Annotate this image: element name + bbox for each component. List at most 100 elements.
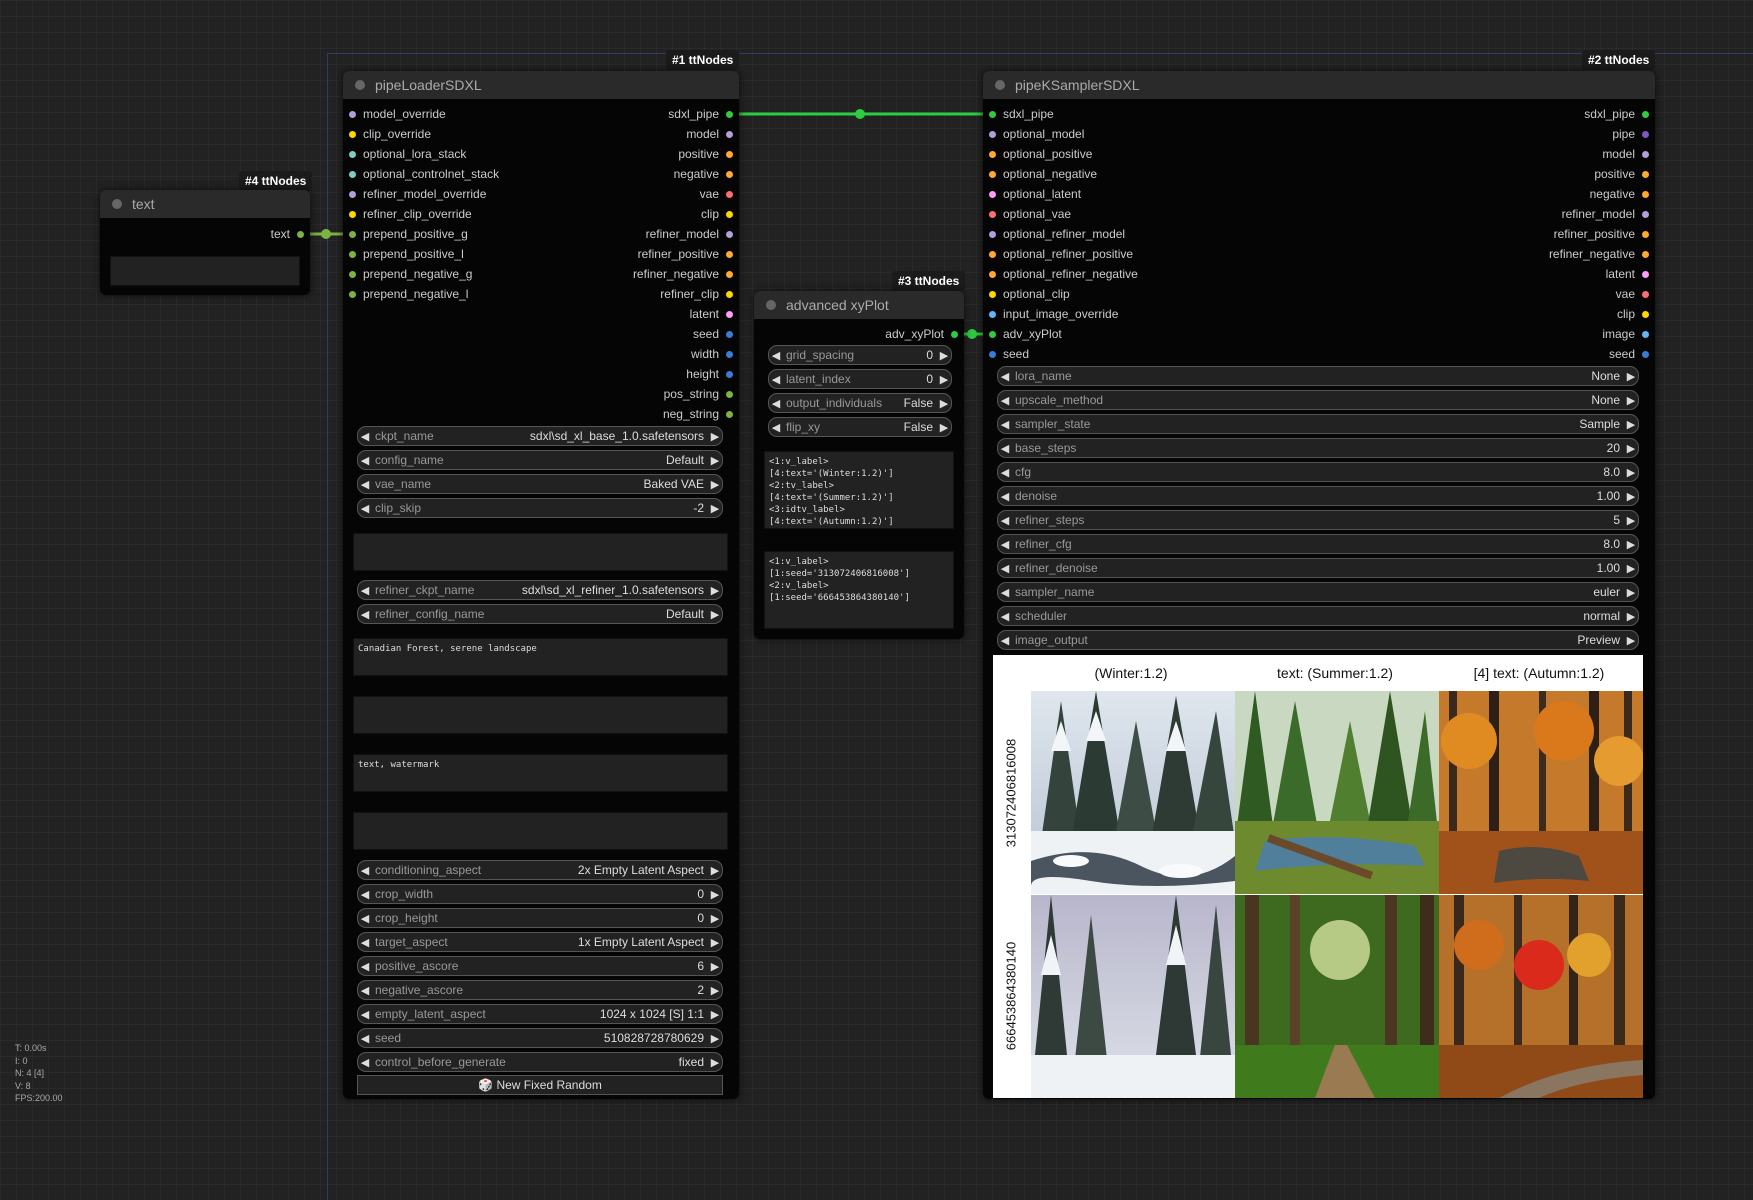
input-dot-icon[interactable] — [989, 250, 996, 258]
decrement-arrow-icon[interactable]: ◀ — [998, 562, 1012, 575]
input-dot-icon[interactable] — [989, 170, 996, 178]
decrement-arrow-icon[interactable]: ◀ — [769, 397, 783, 410]
decrement-arrow-icon[interactable]: ◀ — [998, 634, 1012, 647]
new-fixed-random-button[interactable]: 🎲 New Fixed Random — [357, 1075, 723, 1095]
increment-arrow-icon[interactable]: ▶ — [708, 584, 722, 597]
pipe-loader-sdxl-node[interactable]: pipeLoaderSDXL model_override clip_overri… — [343, 71, 739, 1099]
sampler-outputs-slot[interactable]: latent — [1606, 264, 1649, 284]
combo-widget[interactable]: ◀ conditioning_aspect 2x Empty Latent Aspe… — [357, 860, 723, 880]
output-dot-icon[interactable] — [1642, 310, 1649, 318]
input-dot-icon[interactable] — [349, 230, 356, 238]
sampler-inputs-slot[interactable]: optional_refiner_negative — [989, 264, 1138, 284]
decrement-arrow-icon[interactable]: ◀ — [358, 984, 372, 997]
combo-widget[interactable]: ◀ grid_spacing 0 ▶ — [768, 345, 952, 365]
decrement-arrow-icon[interactable]: ◀ — [769, 349, 783, 362]
loader-outputs-slot[interactable]: clip — [701, 204, 733, 224]
sampler-inputs-slot[interactable]: sdxl_pipe — [989, 104, 1054, 124]
combo-widget[interactable]: ◀ refiner_denoise 1.00 ▶ — [997, 558, 1639, 578]
increment-arrow-icon[interactable]: ▶ — [708, 864, 722, 877]
loader-outputs-slot[interactable]: refiner_clip — [660, 284, 733, 304]
output-dot-icon[interactable] — [726, 150, 733, 158]
sampler-outputs-slot[interactable]: refiner_positive — [1554, 224, 1649, 244]
advanced-xyplot-node[interactable]: advanced xyPlot adv_xyPlot ◀ grid_spacing… — [754, 291, 964, 639]
combo-widget[interactable]: ◀ target_aspect 1x Empty Latent Aspect ▶ — [357, 932, 723, 952]
loader-outputs-slot[interactable]: refiner_positive — [638, 244, 733, 264]
increment-arrow-icon[interactable]: ▶ — [708, 912, 722, 925]
collapse-dot-icon[interactable] — [355, 80, 365, 90]
loader-outputs-slot[interactable]: neg_string — [663, 404, 733, 424]
sampler-outputs-slot[interactable]: model — [1602, 144, 1649, 164]
output-dot-icon[interactable] — [1642, 290, 1649, 298]
increment-arrow-icon[interactable]: ▶ — [1624, 370, 1638, 383]
xyplot-title-bar[interactable]: advanced xyPlot — [754, 291, 964, 319]
decrement-arrow-icon[interactable]: ◀ — [358, 864, 372, 877]
positive-prompt-textarea[interactable]: Canadian Forest, serene landscape — [353, 638, 728, 676]
loader-inputs-slot[interactable]: prepend_negative_g — [349, 264, 472, 284]
input-dot-icon[interactable] — [349, 170, 356, 178]
input-dot-icon[interactable] — [989, 210, 996, 218]
combo-widget[interactable]: ◀ clip_skip -2 ▶ — [357, 498, 723, 518]
decrement-arrow-icon[interactable]: ◀ — [358, 584, 372, 597]
input-dot-icon[interactable] — [989, 190, 996, 198]
decrement-arrow-icon[interactable]: ◀ — [998, 586, 1012, 599]
positive-prompt-l-textarea[interactable] — [353, 696, 728, 734]
negative-prompt-textarea[interactable]: text, watermark — [353, 754, 728, 792]
sampler-outputs-slot[interactable]: image — [1602, 324, 1649, 344]
sampler-inputs-slot[interactable]: optional_model — [989, 124, 1084, 144]
increment-arrow-icon[interactable]: ▶ — [1624, 442, 1638, 455]
input-dot-icon[interactable] — [349, 190, 356, 198]
combo-widget[interactable]: ◀ negative_ascore 2 ▶ — [357, 980, 723, 1000]
decrement-arrow-icon[interactable]: ◀ — [769, 421, 783, 434]
decrement-arrow-icon[interactable]: ◀ — [358, 502, 372, 515]
combo-widget[interactable]: ◀ refiner_config_name Default ▶ — [357, 604, 723, 624]
output-dot-icon[interactable] — [726, 410, 733, 418]
combo-widget[interactable]: ◀ config_name Default ▶ — [357, 450, 723, 470]
output-dot-icon[interactable] — [1642, 350, 1649, 358]
input-dot-icon[interactable] — [989, 330, 996, 338]
output-dot-icon[interactable] — [297, 230, 304, 238]
collapse-dot-icon[interactable] — [766, 300, 776, 310]
loader-outputs-slot[interactable]: model — [686, 124, 733, 144]
loader-outputs-slot[interactable]: sdxl_pipe — [668, 104, 733, 124]
output-dot-icon[interactable] — [1642, 130, 1649, 138]
input-dot-icon[interactable] — [989, 150, 996, 158]
increment-arrow-icon[interactable]: ▶ — [708, 984, 722, 997]
output-dot-icon[interactable] — [1642, 190, 1649, 198]
output-dot-icon[interactable] — [1642, 330, 1649, 338]
output-dot-icon[interactable] — [1642, 170, 1649, 178]
sampler-outputs-slot[interactable]: seed — [1609, 344, 1649, 364]
y-values-textarea[interactable]: <1:v_label> [1:seed='313072406816008'] <… — [764, 551, 954, 629]
combo-widget[interactable]: ◀ sampler_state Sample ▶ — [997, 414, 1639, 434]
sampler-inputs-slot[interactable]: optional_refiner_positive — [989, 244, 1133, 264]
increment-arrow-icon[interactable]: ▶ — [708, 478, 722, 491]
loader-outputs-slot[interactable]: refiner_model — [646, 224, 733, 244]
input-dot-icon[interactable] — [989, 290, 996, 298]
decrement-arrow-icon[interactable]: ◀ — [358, 912, 372, 925]
decrement-arrow-icon[interactable]: ◀ — [358, 608, 372, 621]
combo-widget[interactable]: ◀ ckpt_name sdxl\sd_xl_base_1.0.safetensor… — [357, 426, 723, 446]
input-dot-icon[interactable] — [349, 210, 356, 218]
output-dot-icon[interactable] — [1642, 110, 1649, 118]
increment-arrow-icon[interactable]: ▶ — [1624, 394, 1638, 407]
decrement-arrow-icon[interactable]: ◀ — [358, 478, 372, 491]
sampler-outputs-slot[interactable]: refiner_model — [1562, 204, 1649, 224]
sampler-outputs-slot[interactable]: vae — [1616, 284, 1649, 304]
increment-arrow-icon[interactable]: ▶ — [1624, 586, 1638, 599]
decrement-arrow-icon[interactable]: ◀ — [998, 442, 1012, 455]
sampler-outputs-slot[interactable]: sdxl_pipe — [1584, 104, 1649, 124]
increment-arrow-icon[interactable]: ▶ — [937, 397, 951, 410]
decrement-arrow-icon[interactable]: ◀ — [769, 373, 783, 386]
decrement-arrow-icon[interactable]: ◀ — [998, 466, 1012, 479]
output-dot-icon[interactable] — [726, 190, 733, 198]
input-dot-icon[interactable] — [349, 130, 356, 138]
input-dot-icon[interactable] — [989, 230, 996, 238]
input-dot-icon[interactable] — [349, 270, 356, 278]
ksampler-title-bar[interactable]: pipeKSamplerSDXL — [983, 71, 1655, 99]
increment-arrow-icon[interactable]: ▶ — [937, 349, 951, 362]
combo-widget[interactable]: ◀ seed 510828728780629 ▶ — [357, 1028, 723, 1048]
combo-widget[interactable]: ◀ cfg 8.0 ▶ — [997, 462, 1639, 482]
input-dot-icon[interactable] — [349, 150, 356, 158]
increment-arrow-icon[interactable]: ▶ — [937, 421, 951, 434]
output-dot-icon[interactable] — [726, 170, 733, 178]
output-dot-icon[interactable] — [726, 250, 733, 258]
